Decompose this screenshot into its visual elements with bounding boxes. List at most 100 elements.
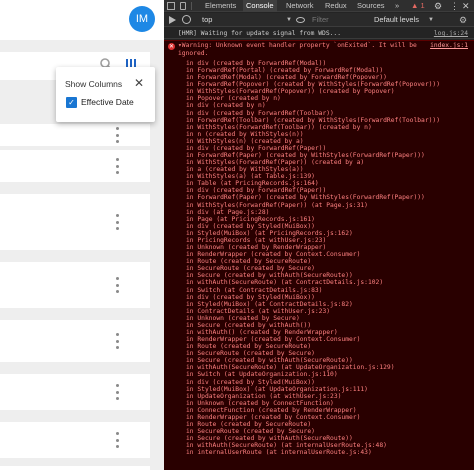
stack-frame: in ForwardRef(Paper) (created by WithSty… <box>186 152 425 160</box>
tab-console[interactable]: Console <box>243 0 277 12</box>
stack-frame: in Secure (created by withAuth()) <box>186 321 312 329</box>
stack-frame: in WithStyles(ForwardRef(Paper)) (at Pag… <box>186 201 368 209</box>
stack-frame: in SecureRoute (created by Secure) <box>186 428 315 436</box>
stack-frame: in PricingRecords (at withUser.js:23) <box>186 236 327 244</box>
table-row <box>0 320 150 362</box>
stack-frame: in SecureRoute (created by Secure) <box>186 350 315 358</box>
error-icon: ✕ <box>168 43 175 50</box>
stack-frame: in RenderWrapper (created by Context.Con… <box>186 413 361 421</box>
stack-frame: in Unknown (created by Secure) <box>186 314 300 322</box>
table-row <box>0 374 150 410</box>
stack-frame: in div (created by ForwardRef(Modal)) <box>186 60 327 67</box>
more-vert-icon[interactable] <box>114 214 120 230</box>
devtools-tabbar: Elements Console Network Redux Sources »… <box>164 0 474 12</box>
stack-frame: in ForwardRef(Modal) (created by Forward… <box>186 74 387 82</box>
console-warning: ✕ ▾Warning: Unknown event handler proper… <box>164 40 474 470</box>
table-row <box>0 466 150 470</box>
console-toolbar: top ▼ Filter Default levels ▼ ⚙ <box>164 13 474 27</box>
stack-frame: in RenderWrapper (created by Context.Con… <box>186 251 361 259</box>
stack-frame: in withAuth() (created by RenderWrapper) <box>186 328 338 336</box>
stack-frame: in Secure (created by withAuth(SecureRou… <box>186 357 353 365</box>
stack-frame: in SecureRoute (created by Secure) <box>186 265 315 273</box>
stack-frame: in div (created by ForwardRef(Toolbar)) <box>186 109 334 117</box>
more-vert-icon[interactable] <box>114 432 120 448</box>
stack-frame: in ForwardRef(Portal) (created by Forwar… <box>186 67 384 75</box>
stack-frame: in Route (created by SecureRoute) <box>186 420 312 428</box>
stack-frame: in Route (created by SecureRoute) <box>186 258 312 266</box>
close-icon[interactable]: ✕ <box>462 0 470 12</box>
sidebar-toggle-icon[interactable] <box>169 16 176 24</box>
stack-frame: in div (created by Styled(MuiBox)) <box>186 222 315 230</box>
stack-frame: in a (created by WithStyles(a)) <box>186 166 304 174</box>
stack-frame: in Switch (at ContractDetails.js:83) <box>186 286 323 294</box>
stack-frame: in ConnectFunction (created by RenderWra… <box>186 406 357 414</box>
stack-frame: in Page (at PricingRecords.js:161) <box>186 215 315 223</box>
clear-console-icon[interactable] <box>182 15 191 24</box>
stack-frame: in WithStyles(ForwardRef(Toolbar)) (crea… <box>186 123 372 131</box>
context-select[interactable]: top <box>202 13 212 27</box>
more-vert-icon[interactable] <box>114 158 120 174</box>
filter-input[interactable]: Filter <box>310 14 370 26</box>
stack-frame: in Styled(MuiBox) (at UpdateOrganization… <box>186 385 368 393</box>
more-vert-icon[interactable] <box>114 277 120 293</box>
more-tabs-button[interactable]: » <box>392 0 402 12</box>
stack-frame: in withAuth(SecureRoute) (at ContractDet… <box>186 279 384 287</box>
stack-frame: in div (created by ForwardRef(Paper)) <box>186 187 327 195</box>
effective-date-checkbox[interactable]: ✓ <box>66 97 77 108</box>
app-panel: IM Show Columns ✕ ✓ Effective Date <box>0 0 164 470</box>
stack-frame: in WithStyles(ForwardRef(Popover)) (crea… <box>186 88 395 96</box>
warning-text[interactable]: ▾Warning: Unknown event handler property… <box>178 42 417 50</box>
chevron-down-icon[interactable]: ▼ <box>428 13 434 27</box>
tab-elements[interactable]: Elements <box>202 0 239 12</box>
source-link[interactable]: index.js:1 <box>430 42 468 50</box>
message-text: [HMR] Waiting for update signal from WDS… <box>178 30 342 37</box>
stack-frame: in Switch (at UpdateOrganization.js:110) <box>186 371 338 379</box>
error-count-badge[interactable]: ▲ 1 <box>411 0 425 12</box>
devtools-panel: Elements Console Network Redux Sources »… <box>164 0 474 470</box>
popover-title: Show Columns <box>65 79 123 89</box>
stack-frame: in withAuth(SecureRoute) (at UpdateOrgan… <box>186 364 395 372</box>
stack-frame: in WithStyles(ForwardRef(Paper)) (create… <box>186 159 365 167</box>
stack-frame: in Unknown (created by ConnectFunction) <box>186 399 334 407</box>
stack-frame: in div (at Page.js:28) <box>186 208 270 216</box>
device-toolbar-icon[interactable] <box>180 2 186 10</box>
chevron-down-icon[interactable]: ▼ <box>286 13 292 27</box>
tab-sources[interactable]: Sources <box>354 0 388 12</box>
stack-frame: in div (created by ForwardRef(Paper)) <box>186 144 327 152</box>
source-link[interactable]: log.js:24 <box>434 28 468 39</box>
stack-frame: in withAuth(SecureRoute) (at internalUse… <box>186 442 387 450</box>
inspect-element-icon[interactable] <box>167 2 175 10</box>
tab-redux[interactable]: Redux <box>322 0 350 12</box>
stack-frame: in UpdateOrganization (at withUser.js:23… <box>186 392 342 400</box>
stack-frame: in Styled(MuiBox) (at PricingRecords.js:… <box>186 229 353 237</box>
settings-icon[interactable]: ⚙ <box>434 0 442 12</box>
stack-frame: in div (created by Styled(MuiBox)) <box>186 293 315 301</box>
live-expression-icon[interactable] <box>296 17 305 23</box>
stack-frame: in Popover (created by n) <box>186 95 281 103</box>
stack-frame: in Secure (created by withAuth(SecureRou… <box>186 272 353 280</box>
table-row <box>0 262 150 308</box>
stack-frame: in div (created by Styled(MuiBox)) <box>186 378 315 386</box>
stack-frame: in Styled(MuiBox) (at ContractDetails.js… <box>186 300 353 308</box>
more-vert-icon[interactable] <box>114 127 120 143</box>
close-icon[interactable]: ✕ <box>134 77 144 89</box>
stack-frame: in Table (at PricingRecords.js:164) <box>186 180 319 188</box>
stack-frame: in ContractDetails (at withUser.js:23) <box>186 307 331 315</box>
log-levels-select[interactable]: Default levels <box>374 13 419 27</box>
checkbox-label: Effective Date <box>81 97 134 107</box>
tab-network[interactable]: Network <box>283 0 317 12</box>
stack-frame: in div (created by n) <box>186 102 266 110</box>
console-message: [HMR] Waiting for update signal from WDS… <box>164 28 474 39</box>
console-settings-icon[interactable]: ⚙ <box>459 13 467 27</box>
more-options-icon[interactable]: ⋮ <box>450 0 459 12</box>
show-columns-popover: Show Columns ✕ ✓ Effective Date <box>56 67 155 122</box>
avatar[interactable]: IM <box>129 6 155 32</box>
stack-frame: in Route (created by SecureRoute) <box>186 343 312 351</box>
table-row <box>0 150 150 182</box>
table-row <box>0 422 150 458</box>
more-vert-icon[interactable] <box>114 333 120 349</box>
table-row <box>0 194 150 250</box>
console-output: [HMR] Waiting for update signal from WDS… <box>164 28 474 470</box>
more-vert-icon[interactable] <box>114 384 120 400</box>
stack-frame: in Secure (created by withAuth(SecureRou… <box>186 435 353 443</box>
